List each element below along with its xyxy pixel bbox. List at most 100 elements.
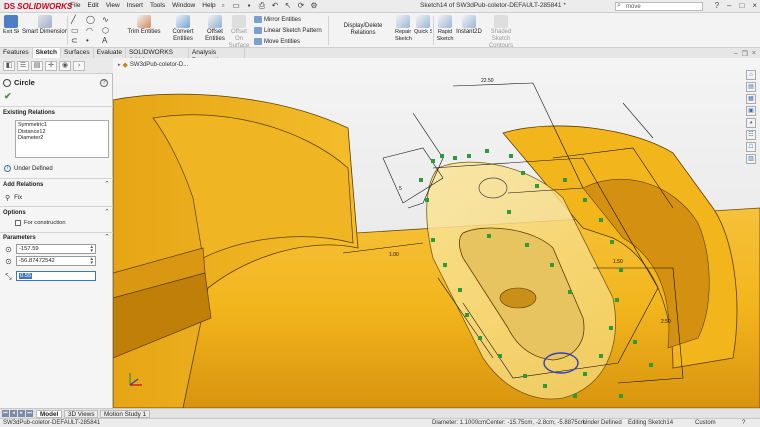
point-tool-icon[interactable]: • — [86, 36, 89, 45]
dimxpert-icon[interactable]: ✛ — [45, 61, 57, 71]
menu-window[interactable]: Window — [172, 2, 195, 9]
prev-arrow-icon[interactable]: ◂ — [10, 410, 17, 417]
close-icon[interactable]: × — [752, 1, 757, 10]
select-icon[interactable]: ↖ — [283, 1, 293, 11]
configuration-manager-icon[interactable]: ▤ — [31, 61, 43, 71]
units-dropdown[interactable]: Custom — [695, 420, 716, 426]
for-construction-checkbox[interactable]: For construction — [15, 220, 66, 226]
smart-dimension-button[interactable]: Smart Dimension — [22, 15, 68, 36]
text-tool-icon[interactable]: A — [102, 36, 107, 45]
polygon-tool-icon[interactable]: ⬡ — [102, 26, 109, 35]
slot-tool-icon[interactable]: ⊂ — [71, 36, 78, 45]
radius-field[interactable]: 0.55 — [16, 271, 96, 281]
view-palette-icon[interactable]: ▣ — [746, 106, 756, 116]
chevron-up-icon[interactable]: ⌃ — [104, 180, 110, 188]
offset-on-surface-button[interactable]: Offset On Surface — [227, 15, 251, 50]
results-icon[interactable]: ▥ — [746, 154, 756, 164]
line-tool-icon[interactable]: ╱ — [71, 15, 76, 24]
close-pane-icon[interactable]: × — [752, 50, 756, 58]
spline-tool-icon[interactable]: ∿ — [102, 15, 109, 24]
checkbox[interactable] — [15, 220, 21, 226]
quick-snaps-button[interactable]: Quick Snaps — [414, 15, 432, 36]
repair-icon — [396, 15, 410, 28]
open-icon[interactable]: ▭ — [231, 1, 241, 11]
exit-sketch-button[interactable]: Exit Sketch — [3, 15, 19, 36]
menu-file[interactable]: File — [70, 2, 80, 9]
ribbon-separator — [433, 16, 434, 45]
save-icon[interactable]: ▪ — [244, 1, 254, 11]
list-item[interactable]: Diameter2 — [18, 135, 106, 142]
tab-surfaces[interactable]: Surfaces — [61, 48, 94, 58]
menu-view[interactable]: View — [106, 2, 120, 9]
next-arrow-icon[interactable]: ▸ — [18, 410, 25, 417]
panel-arrow-icon[interactable]: › — [73, 61, 85, 71]
tab-solidworks-addins[interactable]: SOLIDWORKS Add-Ins — [126, 48, 189, 64]
undo-icon[interactable]: ↶ — [270, 1, 280, 11]
help-icon[interactable]: ? — [715, 1, 719, 10]
repair-sketch-button[interactable]: Repair Sketch — [395, 15, 412, 43]
tab-3d-views[interactable]: 3D Views — [64, 410, 99, 418]
search-input[interactable]: ⌕ move — [615, 2, 703, 11]
solidworks-logo[interactable]: DS SOLIDWORKS — [4, 2, 72, 11]
ok-check-icon[interactable]: ✔ — [4, 91, 12, 102]
resources-icon[interactable]: ⌂ — [746, 70, 756, 80]
property-manager-icon[interactable]: ☰ — [17, 61, 29, 71]
maximize-icon[interactable]: □ — [739, 1, 744, 10]
instant2d-button[interactable]: Instant2D — [456, 15, 482, 36]
chevron-up-icon[interactable]: ⌃ — [104, 233, 110, 241]
file-explorer-icon[interactable]: ▦ — [746, 94, 756, 104]
forum-icon[interactable]: ☖ — [746, 142, 756, 152]
graphics-viewport[interactable]: 22.50 5 1.00 1.50 2.50 ▸ ◆ SW3dPub-coletor… — [113, 58, 760, 408]
display-manager-icon[interactable]: ◉ — [59, 61, 71, 71]
shaded-sketch-contours-button[interactable]: Shaded Sketch Contours — [482, 15, 520, 50]
display-delete-relations-button[interactable]: Display/Delete Relations — [332, 23, 394, 37]
rectangle-tool-icon[interactable]: ▭ — [71, 26, 79, 35]
last-arrow-icon[interactable]: ⏭ — [26, 410, 33, 417]
window-title: Sketch14 of SW3dPub-coletor-DEFAULT-2858… — [420, 2, 566, 9]
offset-entities-button[interactable]: Offset Entities — [204, 15, 226, 43]
menu-edit[interactable]: Edit — [87, 2, 98, 9]
expand-arrow-icon[interactable]: ▸ — [118, 62, 121, 68]
trim-entities-button[interactable]: Trim Entities — [126, 15, 162, 36]
center-x-field[interactable]: -157.59 ▲ ▼ — [16, 244, 96, 254]
custom-properties-icon[interactable]: ☷ — [746, 130, 756, 140]
fix-relation-option[interactable]: ⚲ Fix — [5, 194, 22, 202]
convert-entities-button[interactable]: Convert Entities — [162, 15, 204, 43]
spinner-icon[interactable]: ▲ ▼ — [90, 244, 94, 253]
tab-sketch[interactable]: Sketch — [32, 48, 61, 58]
offset-surface-icon — [232, 15, 246, 28]
circle-tool-icon[interactable]: ◯ — [86, 15, 95, 24]
status-diameter: Diameter: 1.1000cm — [432, 420, 487, 426]
options-icon[interactable]: ⚙ — [309, 1, 319, 11]
new-icon[interactable]: ▫ — [218, 1, 228, 11]
restore-pane-icon[interactable]: ❐ — [742, 50, 748, 58]
minimize-pane-icon[interactable]: – — [734, 50, 738, 58]
help-icon[interactable]: ? — [742, 420, 745, 426]
menu-help[interactable]: Help — [202, 2, 215, 9]
tab-model[interactable]: Model — [36, 410, 63, 418]
design-library-icon[interactable]: ▤ — [746, 82, 756, 92]
move-entities-button[interactable]: Move Entities — [254, 38, 300, 45]
appearances-icon[interactable]: ◕ — [746, 118, 756, 128]
minimize-icon[interactable]: – — [727, 1, 731, 10]
print-icon[interactable]: ⎙ — [257, 1, 267, 11]
first-arrow-icon[interactable]: ⏮ — [2, 410, 9, 417]
rebuild-icon[interactable]: ⟳ — [296, 1, 306, 11]
mirror-entities-button[interactable]: Mirror Entities — [254, 16, 301, 23]
rapid-sketch-button[interactable]: Rapid Sketch — [436, 15, 454, 43]
feature-tree-flyout[interactable]: ▸ ◆ SW3dPub-coletor-D... — [118, 61, 188, 69]
tab-analysis-preparation[interactable]: Analysis Preparation — [189, 48, 245, 64]
menu-insert[interactable]: Insert — [127, 2, 143, 9]
arc-tool-icon[interactable]: ◠ — [86, 26, 93, 35]
tab-evaluate[interactable]: Evaluate — [94, 48, 126, 58]
tab-motion-study[interactable]: Motion Study 1 — [100, 410, 151, 418]
linear-sketch-pattern-button[interactable]: Linear Sketch Pattern — [254, 27, 322, 34]
spinner-icon[interactable]: ▲ ▼ — [90, 256, 94, 265]
help-icon[interactable]: ? — [100, 79, 108, 87]
center-y-field[interactable]: -56.87472542 ▲ ▼ — [16, 256, 96, 266]
chevron-up-icon[interactable]: ⌃ — [104, 208, 110, 216]
feature-manager-icon[interactable]: ◧ — [3, 61, 15, 71]
tab-features[interactable]: Features — [0, 48, 33, 58]
relations-list[interactable]: Symmetric1 Distance12 Diameter2 — [15, 120, 109, 158]
menu-tools[interactable]: Tools — [150, 2, 165, 9]
